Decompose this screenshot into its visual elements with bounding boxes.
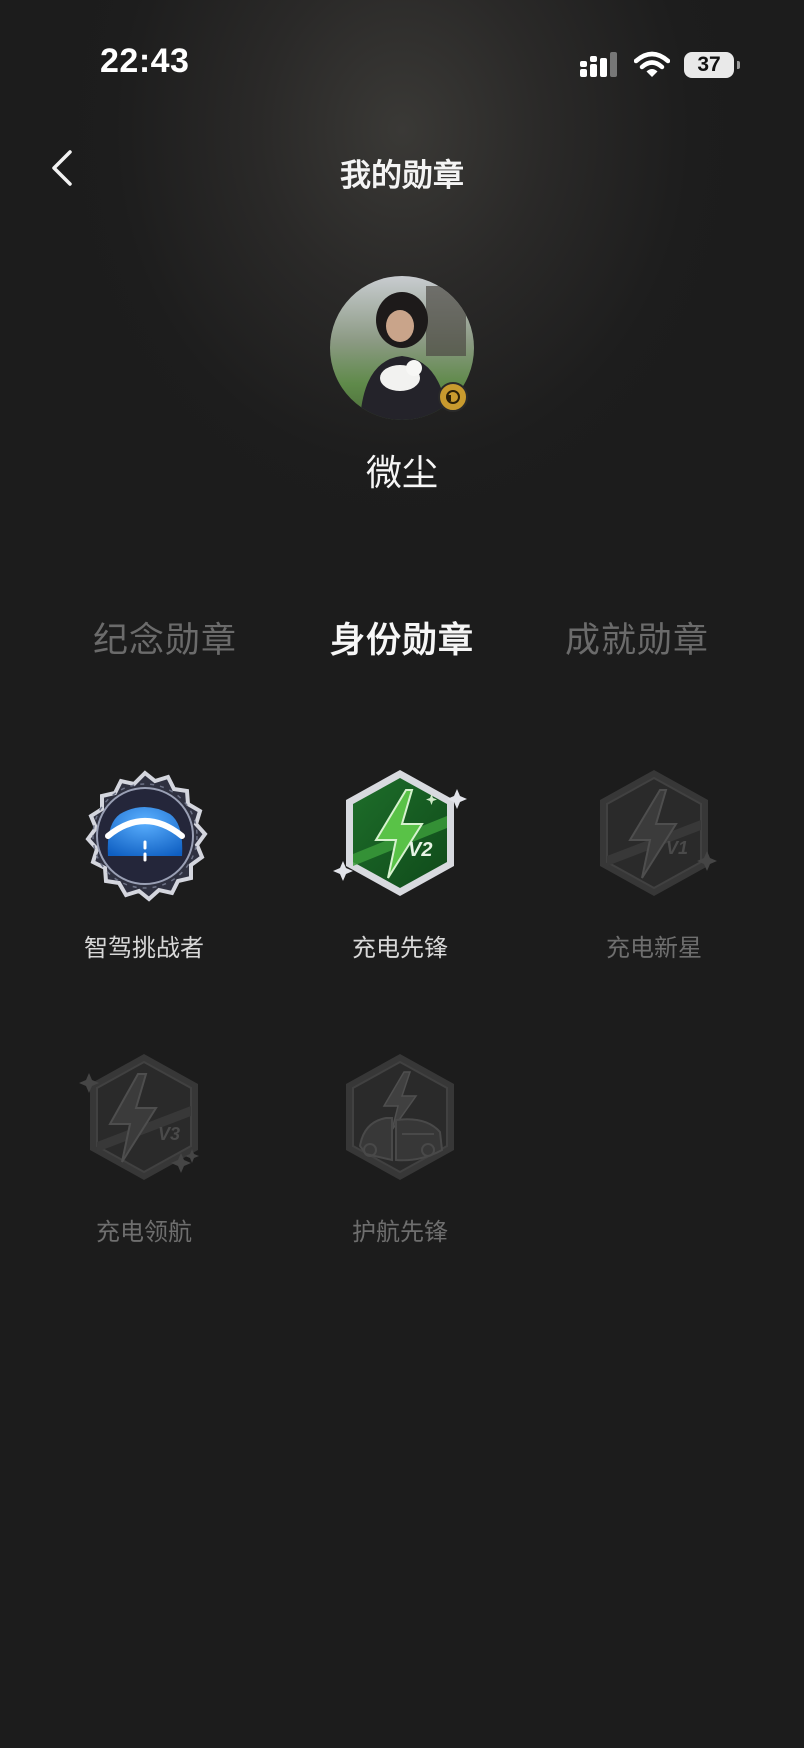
- badge-charging-pioneer[interactable]: V2 充电先锋: [300, 766, 500, 963]
- badge-charging-navigator[interactable]: V3 充电领航: [44, 1050, 244, 1247]
- avatar-level-icon: [438, 382, 468, 412]
- wifi-icon: [634, 51, 670, 77]
- badge-label: 护航先锋: [352, 1218, 448, 1246]
- status-icons: 37: [580, 48, 740, 82]
- badge-escort-pioneer[interactable]: 护航先锋: [300, 1050, 500, 1247]
- badge-smart-driving[interactable]: 智驾挑战者: [44, 766, 244, 963]
- smart-driving-badge-icon: [85, 770, 208, 902]
- charging-v3-badge-icon: V3: [79, 1054, 199, 1180]
- page-title: 我的勋章: [340, 158, 464, 194]
- svg-text:V1: V1: [666, 838, 688, 858]
- escort-badge-icon: [346, 1054, 454, 1180]
- badges-screen: 22:43 37 我的勋章 微尘 纪念勋章 身份勋章 成就勋章 智驾挑战者 V2…: [0, 0, 804, 1748]
- badge-label: 充电先锋: [352, 934, 448, 962]
- battery-icon: 37: [684, 52, 740, 78]
- badge-tabs: 纪念勋章 身份勋章 成就勋章: [0, 612, 804, 662]
- charging-v1-badge-icon: V1: [600, 770, 717, 896]
- svg-text:V2: V2: [408, 839, 432, 861]
- tab-achievement[interactable]: 成就勋章: [517, 612, 757, 663]
- avatar[interactable]: [330, 276, 474, 420]
- tab-commemorative[interactable]: 纪念勋章: [45, 612, 285, 663]
- badge-charging-newstar[interactable]: V1 充电新星: [554, 766, 754, 963]
- username: 微尘: [365, 453, 438, 494]
- svg-text:V3: V3: [158, 1124, 180, 1144]
- tab-identity[interactable]: 身份勋章: [282, 612, 522, 663]
- cellular-signal-icon: [580, 52, 617, 77]
- charging-v2-badge-icon: V2: [333, 770, 467, 896]
- badge-label: 智驾挑战者: [84, 934, 204, 962]
- badge-label: 充电新星: [606, 934, 702, 962]
- status-time: 22:43: [100, 42, 190, 80]
- badge-label: 充电领航: [96, 1218, 192, 1246]
- battery-level: 37: [697, 53, 721, 76]
